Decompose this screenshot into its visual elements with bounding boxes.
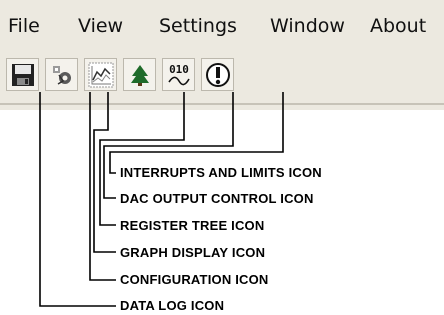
- leader-dac: [103, 92, 234, 199]
- label-register-tree: REGISTER TREE ICON: [120, 218, 265, 233]
- leader-interrupts: [109, 92, 284, 174]
- label-graph-display: GRAPH DISPLAY ICON: [120, 245, 266, 260]
- leader-graph-display: [93, 92, 116, 253]
- label-configuration: CONFIGURATION ICON: [120, 272, 269, 287]
- label-dac-output-control: DAC OUTPUT CONTROL ICON: [120, 191, 314, 206]
- label-data-log: DATA LOG ICON: [120, 298, 225, 313]
- label-interrupts-limits: INTERRUPTS AND LIMITS ICON: [120, 165, 322, 180]
- callout-lines: [39, 92, 284, 307]
- leader-data-log: [39, 92, 116, 307]
